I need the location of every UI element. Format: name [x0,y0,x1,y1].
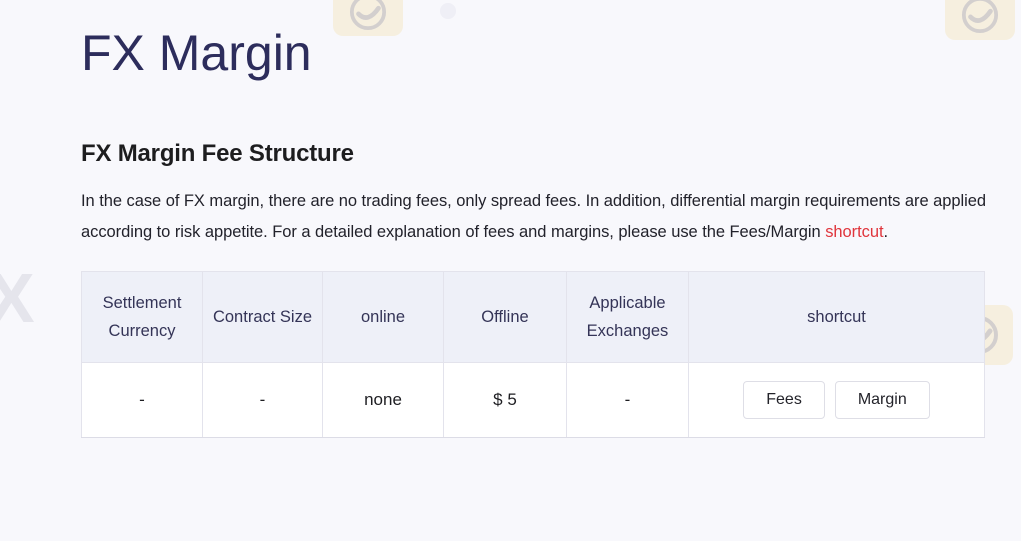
table-row: - - none $ 5 - Fees Margin [82,363,985,438]
fees-margin-shortcut-link[interactable]: shortcut [825,223,883,241]
cell-online: none [323,363,444,438]
paragraph-text-after-link: . [884,223,889,241]
fees-button[interactable]: Fees [743,381,825,419]
section-paragraph: In the case of FX margin, there are no t… [81,186,1021,248]
shortcut-button-group: Fees Margin [695,381,978,419]
cell-applicable-exchanges: - [567,363,689,438]
cell-contract-size: - [203,363,323,438]
section-heading: FX Margin Fee Structure [81,140,1021,168]
table-body: - - none $ 5 - Fees Margin [82,363,985,438]
cell-settlement-currency: - [82,363,203,438]
column-header-shortcut: shortcut [689,272,985,363]
cell-shortcut: Fees Margin [689,363,985,438]
column-header-contract-size: Contract Size [203,272,323,363]
margin-button[interactable]: Margin [835,381,930,419]
fx-margin-fee-table: Settlement Currency Contract Size online… [81,271,985,438]
column-header-settlement-currency: Settlement Currency [82,272,203,363]
page-title: FX Margin [81,0,1021,78]
column-header-applicable-exchanges: Applicable Exchanges [567,272,689,363]
table-header-row: Settlement Currency Contract Size online… [82,272,985,363]
page-content: FX Margin FX Margin Fee Structure In the… [0,0,1021,438]
cell-offline: $ 5 [444,363,567,438]
column-header-offline: Offline [444,272,567,363]
table-header: Settlement Currency Contract Size online… [82,272,985,363]
column-header-online: online [323,272,444,363]
